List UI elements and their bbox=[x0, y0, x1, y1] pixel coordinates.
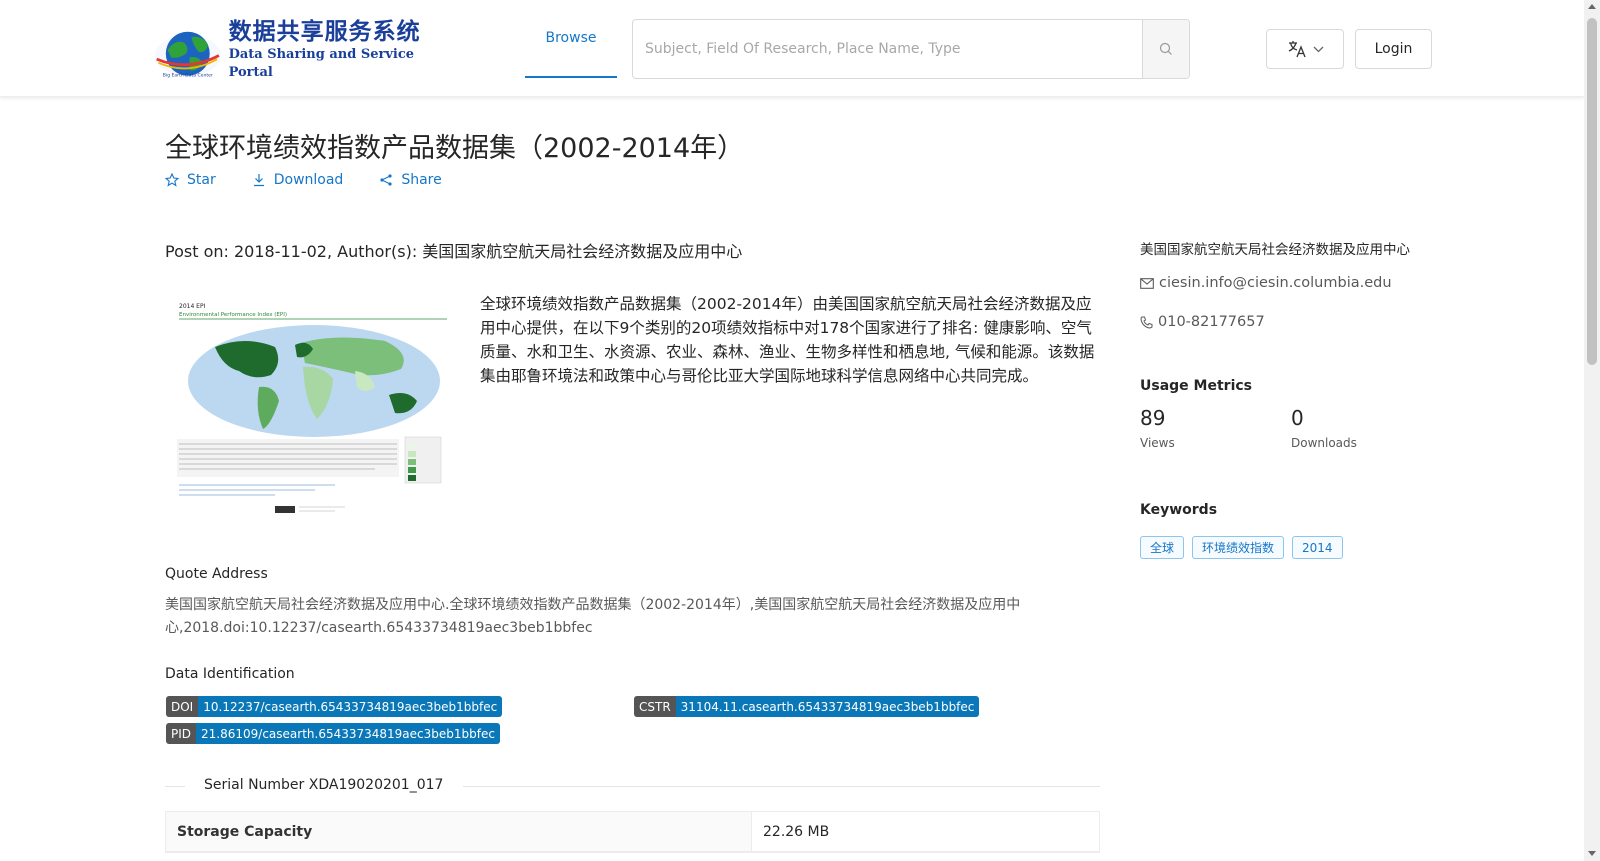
table-row: Storage Capacity 22.26 MB bbox=[166, 812, 1099, 852]
download-button[interactable]: Download bbox=[252, 172, 344, 188]
cstr-badge-value: 31104.11.casearth.65433734819aec3beb1bbf… bbox=[675, 696, 980, 717]
scroll-up-arrow-icon[interactable] bbox=[1588, 4, 1596, 9]
keywords-heading: Keywords bbox=[1140, 502, 1218, 518]
star-button[interactable]: Star bbox=[165, 172, 216, 188]
mail-icon bbox=[1140, 277, 1154, 289]
pid-badge[interactable]: PID 21.86109/casearth.65433734819aec3beb… bbox=[166, 723, 500, 744]
search-input[interactable] bbox=[633, 20, 1142, 78]
download-label: Download bbox=[273, 172, 344, 188]
dataset-info-table: Storage Capacity 22.26 MB bbox=[165, 811, 1100, 853]
keyword-tag[interactable]: 环境绩效指数 bbox=[1192, 536, 1285, 559]
sidebar-email-text: ciesin.info@ciesin.columbia.edu bbox=[1159, 275, 1392, 291]
identification-heading: Data Identification bbox=[165, 666, 295, 682]
scroll-thumb[interactable] bbox=[1587, 18, 1597, 365]
top-header: Big Earth Data Center 数据共享服务系统 Data Shar… bbox=[0, 0, 1584, 97]
quote-heading: Quote Address bbox=[165, 566, 268, 582]
globe-logo-icon: Big Earth Data Center bbox=[154, 31, 221, 79]
downloads-label: Downloads bbox=[1291, 436, 1357, 450]
keyword-tag[interactable]: 2014 bbox=[1292, 536, 1343, 559]
divider-left bbox=[165, 786, 185, 787]
share-label: Share bbox=[401, 172, 442, 188]
nav-browse[interactable]: Browse bbox=[525, 0, 617, 78]
language-switch-button[interactable] bbox=[1266, 29, 1344, 69]
page-title: 全球环境绩效指数产品数据集（2002-2014年） bbox=[165, 133, 745, 164]
keyword-tag[interactable]: 全球 bbox=[1140, 536, 1185, 559]
thumbnail-heading: 2014 EPI bbox=[179, 303, 206, 310]
quote-text: 美国国家航空航天局社会经济数据及应用中心.全球环境绩效指数产品数据集（2002-… bbox=[165, 597, 1021, 636]
dataset-thumbnail-map[interactable]: 2014 EPI Environmental Performance Index… bbox=[175, 301, 453, 524]
chevron-down-icon bbox=[1313, 46, 1323, 52]
search-icon bbox=[1159, 42, 1172, 55]
search-box bbox=[632, 19, 1190, 79]
cstr-badge[interactable]: CSTR 31104.11.casearth.65433734819aec3be… bbox=[634, 696, 980, 717]
keyword-tags: 全球 环境绩效指数 2014 bbox=[1140, 536, 1343, 559]
sidebar: 美国国家航空航天局社会经济数据及应用中心 ciesin.info@ciesin.… bbox=[1140, 238, 1440, 559]
scroll-down-arrow-icon[interactable] bbox=[1588, 851, 1596, 856]
dataset-description: 全球环境绩效指数产品数据集（2002-2014年）由美国国家航空航天局社会经济数… bbox=[480, 295, 1095, 385]
dataset-actions: Star Download Share bbox=[165, 172, 478, 188]
serial-number: Serial Number XDA19020201_017 bbox=[204, 777, 444, 793]
search-button[interactable] bbox=[1142, 20, 1189, 78]
table-cell-key: Storage Capacity bbox=[166, 812, 752, 851]
logo-title-cn: 数据共享服务系统 bbox=[228, 18, 421, 45]
table-cell-value: 22.26 MB bbox=[763, 823, 830, 840]
sidebar-phone: 010-82177657 bbox=[1140, 314, 1265, 330]
doi-badge-key: DOI bbox=[166, 696, 199, 717]
share-icon bbox=[380, 174, 392, 186]
star-label: Star bbox=[187, 172, 216, 188]
doi-badge[interactable]: DOI 10.12237/casearth.65433734819aec3beb… bbox=[166, 696, 503, 717]
share-button[interactable]: Share bbox=[379, 172, 442, 188]
logo-title-en: Data Sharing and Service Portal bbox=[228, 47, 415, 80]
views-count: 89 bbox=[1140, 406, 1166, 430]
sidebar-email[interactable]: ciesin.info@ciesin.columbia.edu bbox=[1140, 275, 1392, 291]
star-icon bbox=[165, 173, 179, 187]
page-scrollbar[interactable] bbox=[1584, 0, 1600, 861]
pid-badge-value: 21.86109/casearth.65433734819aec3beb1bbf… bbox=[196, 723, 500, 744]
site-logo[interactable]: Big Earth Data Center 数据共享服务系统 Data Shar… bbox=[153, 18, 443, 82]
thumbnail-subheading: Environmental Performance Index (EPI) bbox=[179, 312, 287, 318]
phone-icon bbox=[1140, 316, 1153, 329]
downloads-count: 0 bbox=[1291, 406, 1304, 430]
sidebar-phone-text: 010-82177657 bbox=[1158, 314, 1265, 330]
download-icon bbox=[253, 174, 264, 187]
svg-text:Big Earth Data Center: Big Earth Data Center bbox=[163, 73, 213, 79]
translate-icon bbox=[1288, 41, 1306, 58]
post-info: Post on: 2018-11-02, Author(s): 美国国家航空航天… bbox=[165, 242, 743, 261]
pid-badge-key: PID bbox=[166, 723, 197, 744]
login-button[interactable]: Login bbox=[1355, 29, 1432, 69]
views-label: Views bbox=[1140, 436, 1175, 450]
cstr-badge-key: CSTR bbox=[634, 696, 676, 717]
usage-metrics-heading: Usage Metrics bbox=[1140, 378, 1252, 394]
sidebar-organization: 美国国家航空航天局社会经济数据及应用中心 bbox=[1140, 242, 1410, 258]
logo-text: 数据共享服务系统 Data Sharing and Service Portal bbox=[229, 18, 443, 82]
divider-right bbox=[463, 786, 1100, 787]
doi-badge-value: 10.12237/casearth.65433734819aec3beb1bbf… bbox=[198, 696, 503, 717]
